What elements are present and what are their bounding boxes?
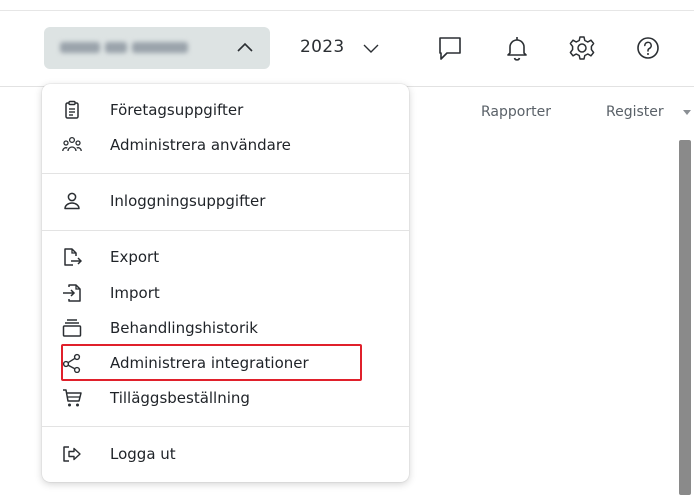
bell-icon[interactable]: [503, 34, 531, 62]
user-icon: [64, 192, 80, 210]
menu-item-addon-order[interactable]: Tilläggsbeställning: [42, 381, 409, 415]
year-selector[interactable]: 2023: [300, 37, 344, 57]
menu-item-label: Företagsuppgifter: [110, 101, 244, 119]
highlight-box: [61, 344, 362, 381]
clipboard-icon: [65, 100, 79, 119]
menu-item-label: Behandlingshistorik: [110, 319, 258, 337]
menu-item-label: Export: [110, 248, 160, 266]
gear-icon[interactable]: [568, 34, 596, 62]
chevron-down-icon[interactable]: [362, 41, 380, 55]
menu-divider: [42, 173, 409, 174]
menu-item-label: Import: [110, 284, 160, 302]
export-icon: [64, 248, 82, 266]
top-border: [0, 10, 694, 11]
caret-down-icon[interactable]: [683, 110, 691, 116]
menu-item-company-info[interactable]: Företagsuppgifter: [42, 93, 409, 127]
menu-item-import[interactable]: Import: [42, 276, 409, 310]
users-icon: [62, 136, 82, 152]
menu-item-export[interactable]: Export: [42, 240, 409, 274]
menu-item-label: Administrera användare: [110, 136, 291, 154]
cart-icon: [63, 389, 82, 407]
menu-item-processing-history[interactable]: Behandlingshistorik: [42, 311, 409, 345]
menu-divider: [42, 230, 409, 231]
menu-item-label: Logga ut: [110, 445, 176, 463]
menu-divider: [42, 426, 409, 427]
menu-item-logout[interactable]: Logga ut: [42, 437, 409, 471]
company-name-redacted: [60, 42, 210, 53]
user-menu: Företagsuppgifter Administrera användare…: [42, 84, 409, 482]
history-icon: [62, 319, 82, 337]
help-icon[interactable]: [634, 34, 662, 62]
scrollbar[interactable]: [679, 140, 691, 495]
nav-reports[interactable]: Rapporter: [481, 104, 551, 120]
menu-item-login-details[interactable]: Inloggningsuppgifter: [42, 184, 409, 218]
import-icon: [63, 284, 81, 302]
menu-item-label: Inloggningsuppgifter: [110, 192, 266, 210]
chat-icon[interactable]: [436, 34, 464, 62]
company-selector[interactable]: [44, 27, 270, 69]
menu-item-label: Tilläggsbeställning: [110, 389, 250, 407]
chevron-up-icon: [237, 42, 253, 52]
logout-icon: [63, 446, 81, 462]
menu-item-manage-users[interactable]: Administrera användare: [42, 128, 409, 162]
nav-register[interactable]: Register: [606, 104, 664, 120]
